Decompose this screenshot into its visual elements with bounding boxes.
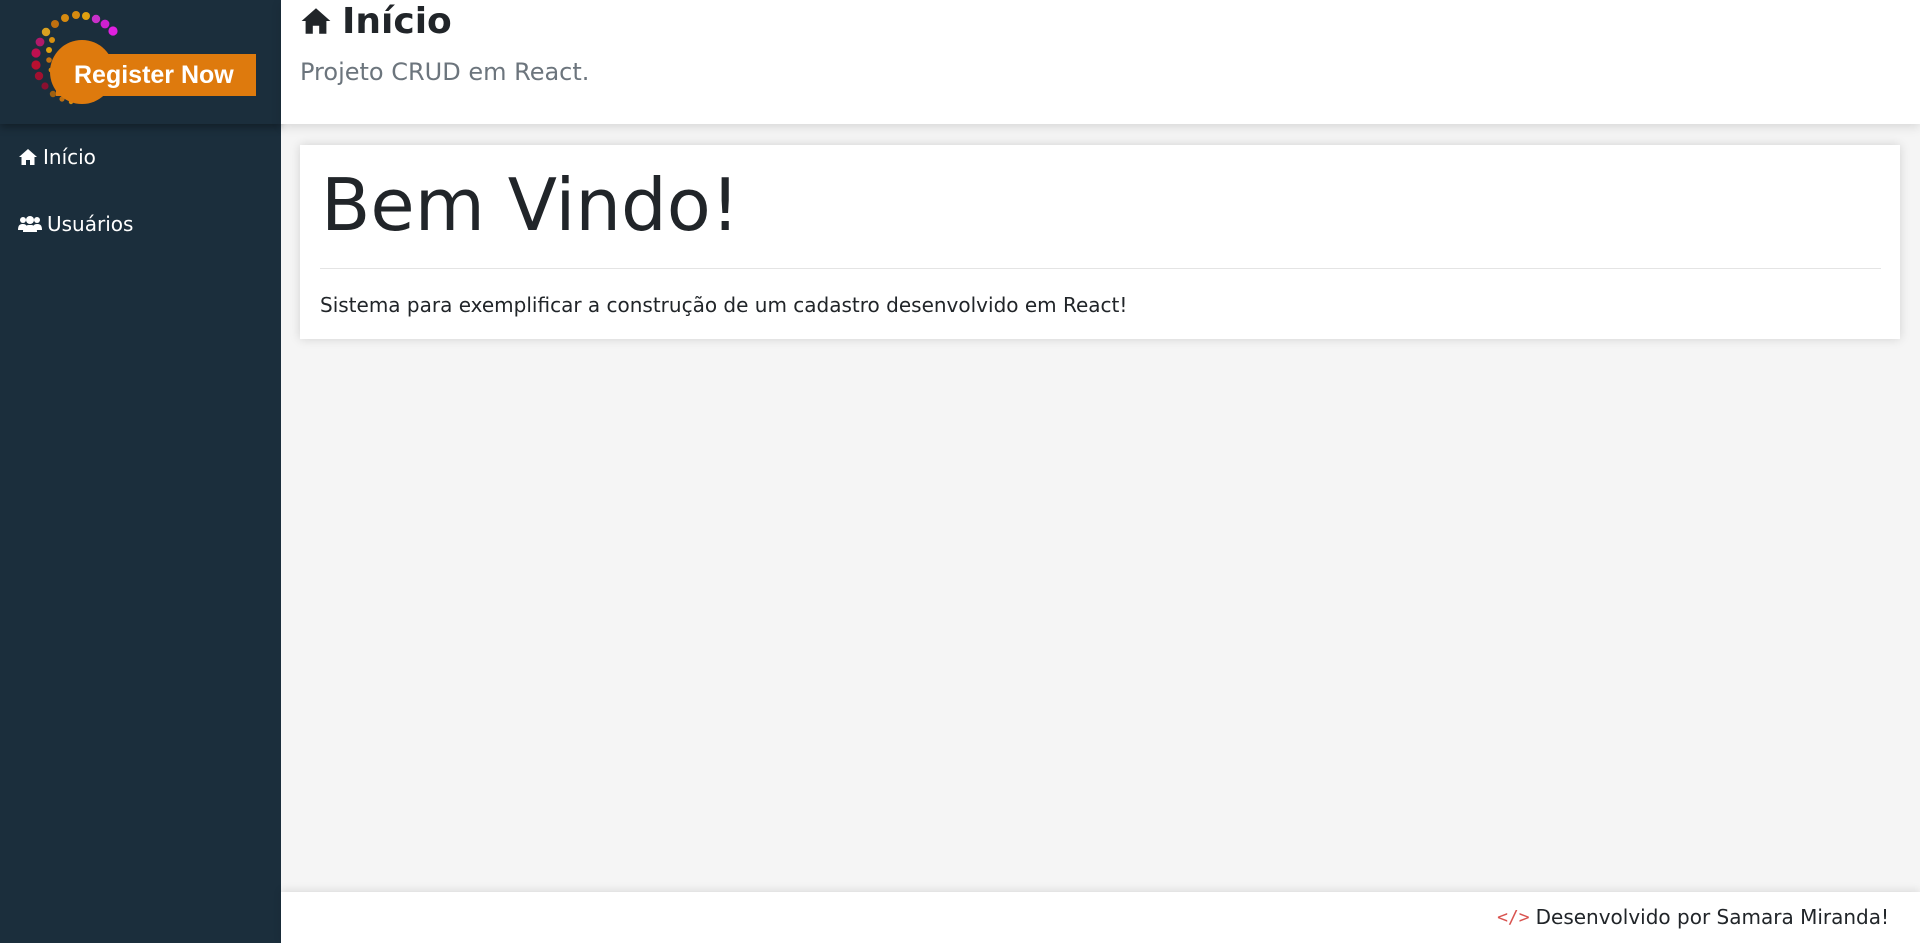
page-footer: </> Desenvolvido por Samara Miranda! <box>281 892 1920 943</box>
page-header: Início Projeto CRUD em React. <box>281 0 1920 124</box>
divider <box>320 268 1881 269</box>
footer-credit-text: Desenvolvido por Samara Miranda! <box>1535 905 1889 929</box>
logo-area[interactable]: Register Now <box>0 0 281 124</box>
logo-badge: Register Now <box>56 54 256 96</box>
sidebar-item-usuarios[interactable]: Usuários <box>18 212 133 236</box>
code-icon: </> <box>1497 906 1530 928</box>
page-title: Início <box>300 0 452 42</box>
page-title-text: Início <box>342 0 452 42</box>
home-icon <box>301 8 331 34</box>
users-icon <box>18 216 42 232</box>
sidebar: Register Now Início Usuários <box>0 0 281 943</box>
sidebar-item-label: Usuários <box>47 212 134 236</box>
sidebar-item-inicio[interactable]: Início <box>18 145 96 169</box>
welcome-description: Sistema para exemplificar a construção d… <box>320 293 1128 317</box>
sidebar-item-label: Início <box>43 145 96 169</box>
footer-credit: </> Desenvolvido por Samara Miranda! <box>1497 905 1889 929</box>
page-subtitle: Projeto CRUD em React. <box>300 58 590 86</box>
welcome-card: Bem Vindo! Sistema para exemplificar a c… <box>300 145 1900 339</box>
welcome-heading: Bem Vindo! <box>321 163 740 247</box>
home-icon <box>19 149 37 165</box>
